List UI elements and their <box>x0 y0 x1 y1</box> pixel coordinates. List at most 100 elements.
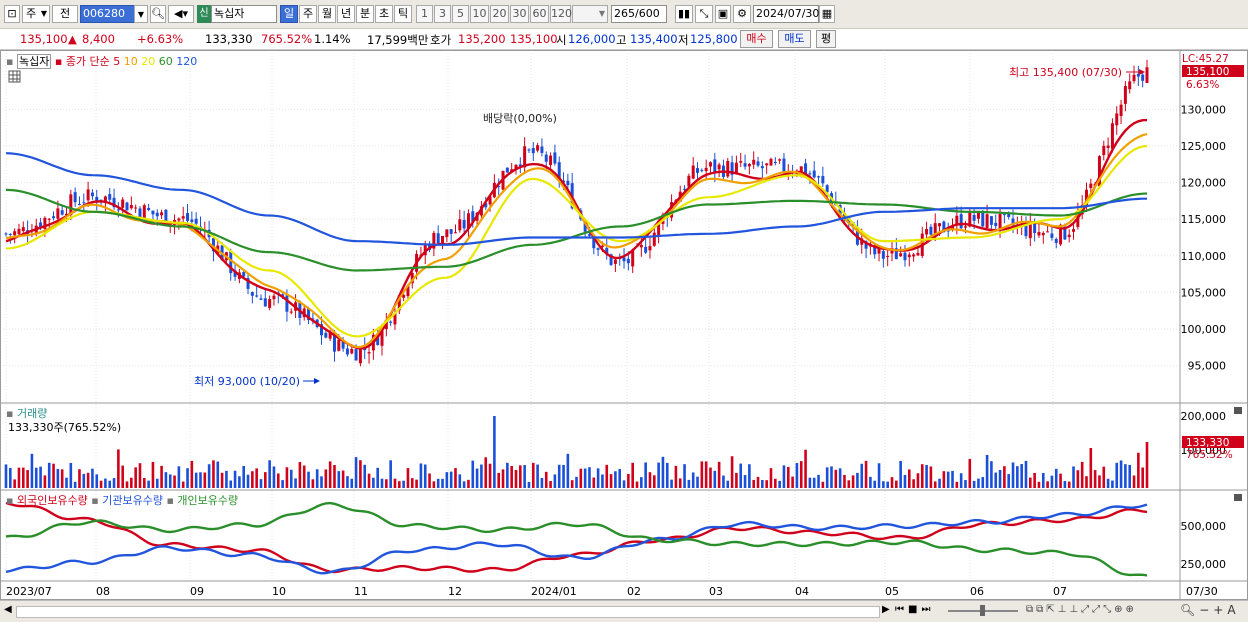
chart-area[interactable]: 130,000 125,000 120,000 115,000 110,000 105,0… <box>0 50 1248 621</box>
legend-bullet-icon: ▪ <box>6 55 14 68</box>
volume-bar <box>65 477 68 488</box>
legend-bullet-icon: ▪ <box>91 494 103 507</box>
volume-bar <box>259 479 263 488</box>
legend-ma-label: 종가 단순 <box>65 55 110 68</box>
volume-value: 133,330 <box>205 32 253 46</box>
volume-bar <box>397 481 401 488</box>
volume-bar <box>856 472 859 488</box>
stock-chart[interactable]: 130,000 125,000 120,000 115,000 110,000 105,0… <box>0 50 1248 621</box>
interval-button-60[interactable]: 60 <box>530 5 549 23</box>
candle-body <box>1141 74 1145 81</box>
sound-icon[interactable]: ◀▾ <box>168 5 194 23</box>
period-tab-3[interactable]: 년 <box>337 5 355 23</box>
candle-body <box>886 256 890 258</box>
volume-bar <box>108 480 112 488</box>
volume-bar <box>484 457 488 488</box>
volume-bar <box>1041 472 1045 488</box>
volume-bar <box>164 472 168 488</box>
volume-bar <box>315 469 319 488</box>
code-dropdown-arrow[interactable]: ▼ <box>134 5 148 23</box>
eval-button[interactable]: 평 <box>816 30 836 48</box>
volume-bar <box>536 464 539 488</box>
candle-icon[interactable]: ▮▮ <box>675 5 693 23</box>
interval-button-30[interactable]: 30 <box>510 5 529 23</box>
date-input[interactable]: 2024/07/30 <box>753 5 819 23</box>
buy-button[interactable]: 매수 <box>740 30 773 48</box>
price-change: 8,400 <box>82 32 115 46</box>
volume-bar <box>199 472 202 488</box>
interval-button-1[interactable]: 1 <box>416 5 433 23</box>
count-input[interactable]: 265/600 <box>611 5 667 23</box>
interval-button-120[interactable]: 120 <box>550 5 572 23</box>
zoom-slider-thumb[interactable] <box>980 605 985 616</box>
volume-bar <box>1050 475 1054 488</box>
prev-button[interactable]: 전 <box>52 5 78 23</box>
interval-button-5[interactable]: 5 <box>452 5 469 23</box>
new-badge-text: 신 <box>199 8 209 19</box>
interval-button-20[interactable]: 20 <box>490 5 509 23</box>
candle-body <box>916 252 920 256</box>
draw-icon[interactable]: ⤡ <box>695 5 713 23</box>
price-box-value: 135,100 <box>1186 66 1229 78</box>
volume-bar <box>583 468 587 488</box>
scroll-left-icon[interactable]: ◀ <box>4 604 12 615</box>
sell-button[interactable]: 매도 <box>778 30 811 48</box>
legend-stock-name: 녹십자 <box>16 54 52 69</box>
period-tab-0[interactable]: 일 <box>280 5 298 23</box>
zoom-controls-icon[interactable]: 🔍︎−+A <box>1180 603 1240 617</box>
search-icon[interactable]: 🔍︎ <box>150 5 166 23</box>
period-tab-5[interactable]: 초 <box>375 5 393 23</box>
candle-body <box>4 233 8 235</box>
volume-bar <box>1037 481 1041 488</box>
interval-dropdown[interactable]: ▼ <box>572 5 608 23</box>
period-tab-2[interactable]: 월 <box>318 5 336 23</box>
calendar-icon[interactable]: ▦ <box>819 5 835 23</box>
stock-code-input[interactable]: 006280 <box>80 5 136 23</box>
volume-bar <box>527 481 531 488</box>
candle-body <box>1054 238 1058 243</box>
candle-body <box>82 202 86 204</box>
candle-body <box>445 229 449 238</box>
period-tab-4[interactable]: 분 <box>356 5 374 23</box>
volume-bar <box>385 479 388 488</box>
volume-bar <box>817 474 820 488</box>
candle-body <box>285 295 289 312</box>
chart-type-dropdown[interactable]: 주 ▼ <box>22 5 50 23</box>
scroll-right-icon[interactable]: ▶ <box>882 604 890 615</box>
volume-bar <box>78 469 81 488</box>
period-tab-6[interactable]: 틱 <box>394 5 412 23</box>
volume-bar <box>531 462 535 488</box>
candle-body <box>134 207 138 209</box>
holdings-pane-minimize-icon[interactable] <box>1234 494 1242 501</box>
volume-bar <box>557 464 561 488</box>
volume-bar <box>847 480 851 488</box>
x-axis-label: 2023/07 <box>6 585 52 598</box>
candle-body <box>613 259 617 264</box>
candle-body <box>1041 233 1045 236</box>
interval-button-10[interactable]: 10 <box>470 5 489 23</box>
volume-bar <box>203 472 207 488</box>
volume-bar <box>1141 467 1144 488</box>
horizontal-scrollbar[interactable] <box>16 606 880 618</box>
playback-controls-icon[interactable]: ⏮■⏭ <box>895 604 934 615</box>
volume-box-pct: 765.52% <box>1186 449 1233 461</box>
table-icon[interactable] <box>8 70 21 83</box>
interval-button-3[interactable]: 3 <box>434 5 451 23</box>
period-tab-1[interactable]: 주 <box>299 5 317 23</box>
chart-menu-icon[interactable]: ⊡ <box>4 5 20 23</box>
volume-bar <box>830 466 833 488</box>
candle-body <box>358 348 362 364</box>
candle-body <box>121 199 125 208</box>
volume-bar <box>367 473 371 488</box>
save-icon[interactable]: ▣ <box>715 5 731 23</box>
volume-bar <box>1115 462 1119 488</box>
gear-icon[interactable]: ⚙ <box>733 5 751 23</box>
volume-bar <box>112 478 116 488</box>
x-axis-label: 07 <box>1053 585 1067 598</box>
stock-name-field[interactable]: 녹십자 <box>211 5 277 23</box>
candle-body <box>13 231 17 236</box>
chart-tools-icon[interactable]: ⧉⧉⇱⊥⊥⤢⤢⤡⊕⊕ <box>1026 604 1137 615</box>
volume-pane-minimize-icon[interactable] <box>1234 407 1242 414</box>
volume-bar <box>168 474 172 488</box>
volume-bar <box>661 456 665 488</box>
